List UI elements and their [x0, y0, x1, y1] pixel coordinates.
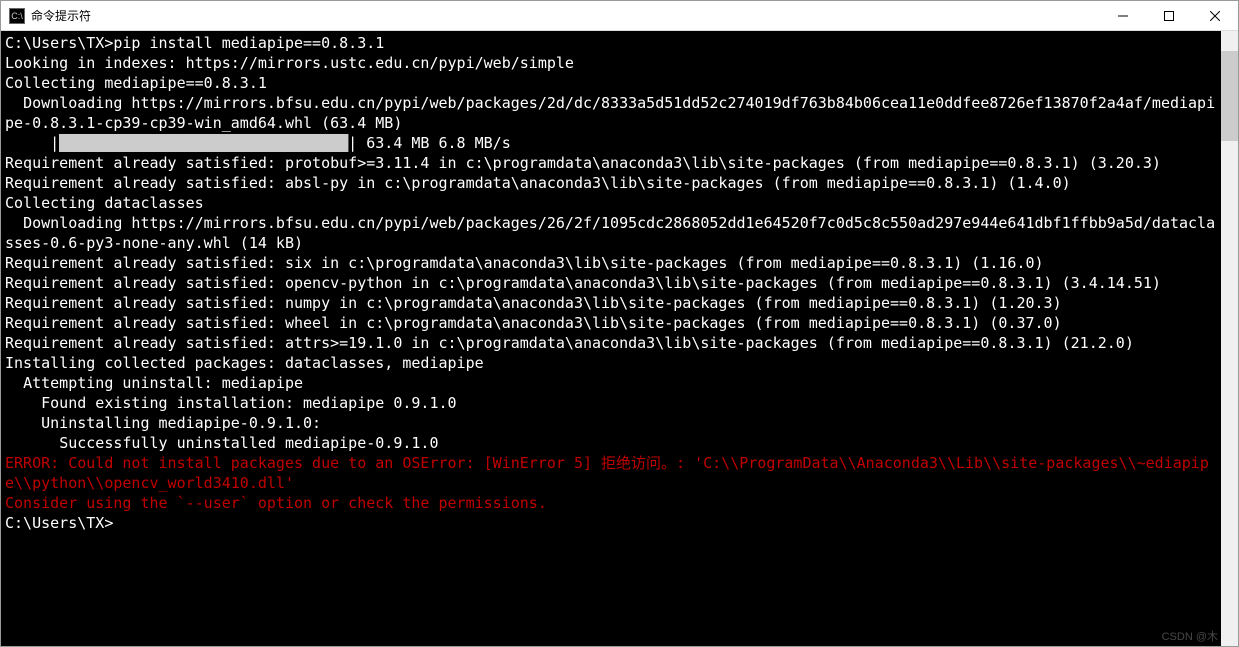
- window-frame: C:\ 命令提示符 C:\Users\TX>pip install mediap…: [0, 0, 1239, 647]
- terminal-line: Uninstalling mediapipe-0.9.1.0:: [5, 413, 1217, 433]
- terminal-error-line: Consider using the `--user` option or ch…: [5, 493, 1217, 513]
- terminal-container: C:\Users\TX>pip install mediapipe==0.8.3…: [1, 31, 1238, 646]
- terminal-line: Requirement already satisfied: opencv-py…: [5, 273, 1217, 293]
- terminal-line: Looking in indexes: https://mirrors.ustc…: [5, 53, 1217, 73]
- app-icon: C:\: [9, 8, 25, 24]
- terminal-output[interactable]: C:\Users\TX>pip install mediapipe==0.8.3…: [1, 31, 1221, 646]
- terminal-line: Attempting uninstall: mediapipe: [5, 373, 1217, 393]
- terminal-line: Requirement already satisfied: numpy in …: [5, 293, 1217, 313]
- terminal-line: Requirement already satisfied: attrs>=19…: [5, 333, 1217, 353]
- maximize-button[interactable]: [1146, 1, 1192, 30]
- terminal-line: Collecting mediapipe==0.8.3.1: [5, 73, 1217, 93]
- vertical-scrollbar[interactable]: [1221, 31, 1238, 646]
- terminal-prompt[interactable]: C:\Users\TX>: [5, 513, 1217, 533]
- terminal-line: Found existing installation: mediapipe 0…: [5, 393, 1217, 413]
- terminal-line: Downloading https://mirrors.bfsu.edu.cn/…: [5, 93, 1217, 133]
- titlebar[interactable]: C:\ 命令提示符: [1, 1, 1238, 31]
- terminal-line: Requirement already satisfied: absl-py i…: [5, 173, 1217, 193]
- minimize-button[interactable]: [1100, 1, 1146, 30]
- terminal-error-line: ERROR: Could not install packages due to…: [5, 453, 1217, 493]
- terminal-line: Downloading https://mirrors.bfsu.edu.cn/…: [5, 213, 1217, 253]
- scrollbar-thumb[interactable]: [1221, 51, 1238, 141]
- terminal-line: Requirement already satisfied: protobuf>…: [5, 153, 1217, 173]
- terminal-line: Requirement already satisfied: wheel in …: [5, 313, 1217, 333]
- watermark-text: CSDN @木: [1162, 628, 1218, 644]
- window-controls: [1100, 1, 1238, 30]
- close-button[interactable]: [1192, 1, 1238, 30]
- window-title: 命令提示符: [31, 7, 1100, 24]
- terminal-line: |████████████████████████████████| 63.4 …: [5, 133, 1217, 153]
- terminal-line: C:\Users\TX>pip install mediapipe==0.8.3…: [5, 33, 1217, 53]
- terminal-line: Successfully uninstalled mediapipe-0.9.1…: [5, 433, 1217, 453]
- terminal-line: Installing collected packages: dataclass…: [5, 353, 1217, 373]
- terminal-line: Collecting dataclasses: [5, 193, 1217, 213]
- terminal-line: Requirement already satisfied: six in c:…: [5, 253, 1217, 273]
